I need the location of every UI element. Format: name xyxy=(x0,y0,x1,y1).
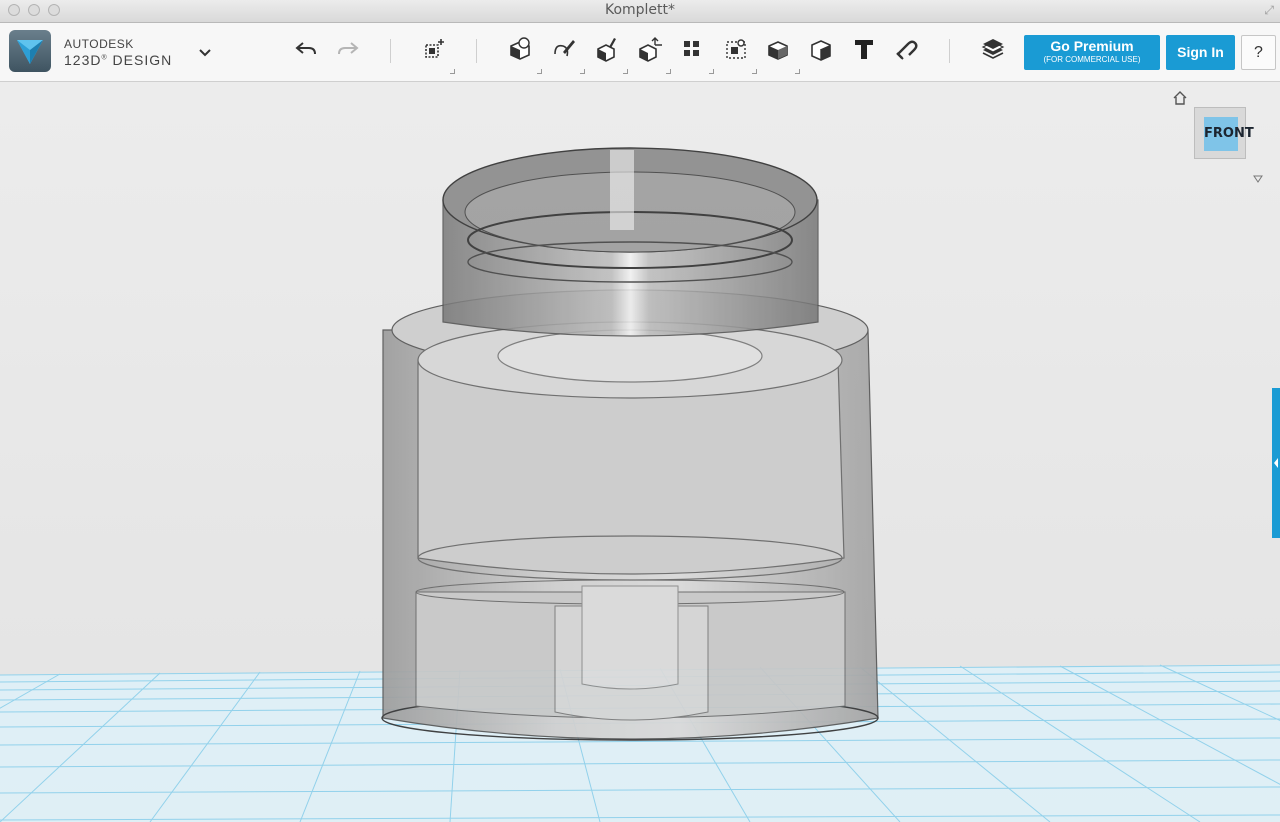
materials-icon xyxy=(981,39,1005,59)
go-premium-label: Go Premium xyxy=(1050,38,1134,54)
group-icon xyxy=(726,39,746,59)
snap-button[interactable] xyxy=(893,35,921,63)
text-icon xyxy=(855,40,873,59)
pattern-button[interactable] xyxy=(678,35,706,63)
scene-canvas xyxy=(0,147,1280,822)
smart-primitive-button[interactable] xyxy=(420,35,448,63)
dropdown-indicator-icon xyxy=(709,69,714,74)
primitives-icon xyxy=(510,37,530,60)
dropdown-indicator-icon xyxy=(537,69,542,74)
smart-primitive-icon xyxy=(425,39,444,58)
view-cube-front-face[interactable]: FRONT xyxy=(1204,117,1254,151)
modify-icon xyxy=(811,40,831,61)
view-cube[interactable]: FRONT xyxy=(1194,107,1254,159)
app-menu-chevron-icon[interactable] xyxy=(197,45,213,59)
modify-button[interactable] xyxy=(807,35,835,63)
app-logo-icon xyxy=(17,40,43,64)
construct-button[interactable] xyxy=(592,35,620,63)
model-body xyxy=(381,147,879,741)
dropdown-indicator-icon xyxy=(795,69,800,74)
combine-button[interactable] xyxy=(764,35,792,63)
app-logo[interactable] xyxy=(9,30,51,72)
pattern-icon xyxy=(684,41,699,56)
dropdown-indicator-icon xyxy=(580,69,585,74)
window-title: Komplett* xyxy=(604,2,676,18)
combine-icon xyxy=(768,41,788,60)
go-premium-sublabel: (FOR COMMERCIAL USE) xyxy=(1043,55,1141,64)
side-panel-toggle[interactable] xyxy=(1272,388,1280,538)
sketch-button[interactable] xyxy=(550,35,578,63)
brand-company: AUTODESK xyxy=(64,37,134,51)
snap-icon xyxy=(896,40,918,60)
dropdown-indicator-icon xyxy=(752,69,757,74)
transform-button[interactable] xyxy=(636,35,664,63)
main-toolbar: AUTODESK 123D® DESIGN Go Premium (FOR CO… xyxy=(0,23,1280,82)
help-button[interactable]: ? xyxy=(1241,35,1276,70)
toolbar-separator xyxy=(390,39,391,63)
dropdown-indicator-icon xyxy=(623,69,628,74)
view-cube-menu-icon[interactable] xyxy=(1253,170,1263,188)
brand-product: 123D® DESIGN xyxy=(64,52,173,68)
fullscreen-icon[interactable]: ⤢ xyxy=(1264,3,1274,18)
sketch-icon xyxy=(554,40,575,57)
dropdown-indicator-icon xyxy=(666,69,671,74)
redo-icon xyxy=(338,42,359,55)
materials-button[interactable] xyxy=(979,35,1007,63)
group-button[interactable] xyxy=(722,35,750,63)
3d-viewport[interactable]: FRONT xyxy=(0,82,1280,822)
transform-icon xyxy=(639,37,662,62)
undo-icon xyxy=(295,42,316,55)
toolbar-separator xyxy=(476,39,477,63)
undo-button[interactable] xyxy=(292,35,320,63)
construct-icon xyxy=(597,38,616,62)
sign-in-button[interactable]: Sign In xyxy=(1166,35,1235,70)
dropdown-indicator-icon xyxy=(450,69,455,74)
title-bar: Komplett* ⤢ xyxy=(0,0,1280,23)
primitives-button[interactable] xyxy=(506,35,534,63)
redo-button[interactable] xyxy=(334,35,362,63)
go-premium-button[interactable]: Go Premium (FOR COMMERCIAL USE) xyxy=(1024,35,1160,70)
home-view-icon[interactable] xyxy=(1172,90,1188,111)
text-button[interactable] xyxy=(850,35,878,63)
toolbar-separator xyxy=(949,39,950,63)
